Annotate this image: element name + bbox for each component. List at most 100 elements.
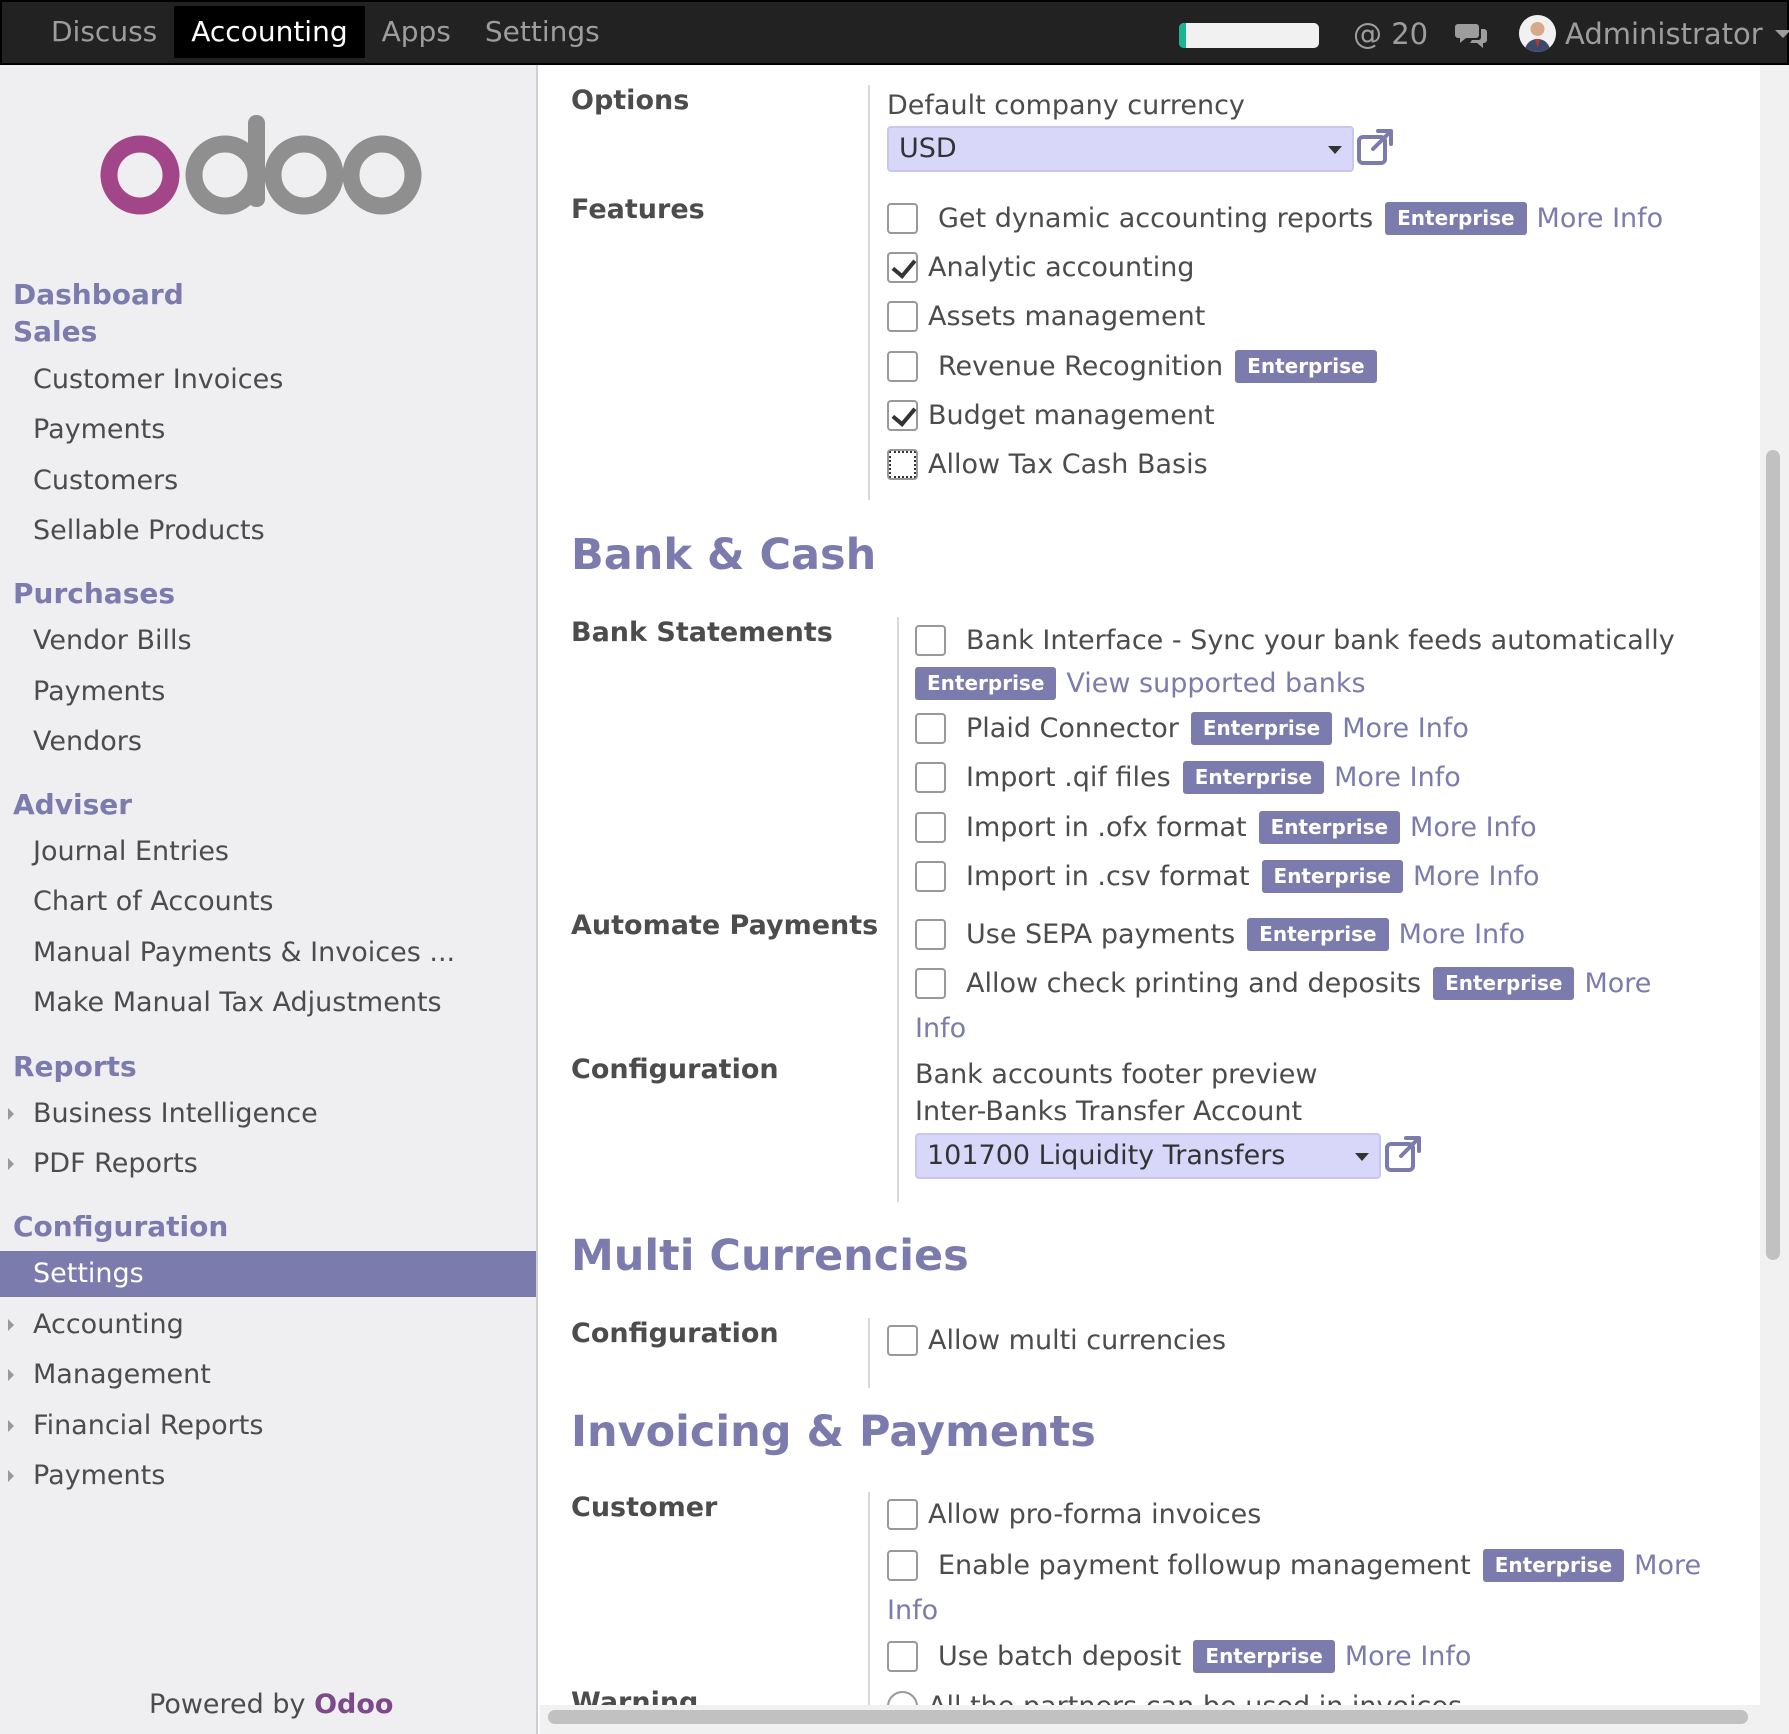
radio[interactable] [887, 1691, 918, 1705]
batch-deposit-option: Use batch deposit Enterprise More Info [887, 1640, 1471, 1673]
checkbox[interactable] [887, 351, 918, 382]
checkbox[interactable] [887, 1550, 918, 1581]
transfer-account-select[interactable]: 101700 Liquidity Transfers [915, 1133, 1381, 1179]
more-info-link[interactable]: More [1634, 1550, 1701, 1581]
bank-statements-label: Bank Statements [571, 617, 833, 648]
more-info-link[interactable]: More Info [1537, 203, 1664, 234]
sidebar-item-accounting[interactable]: Accounting [0, 1302, 536, 1348]
currency-select[interactable]: USD [887, 126, 1354, 172]
sidebar-item-financial-reports[interactable]: Financial Reports [0, 1403, 536, 1449]
automate-payments-label: Automate Payments [571, 910, 879, 941]
checkbox[interactable] [915, 968, 946, 999]
divider [897, 617, 899, 1202]
chat-icon[interactable] [1454, 20, 1488, 50]
enterprise-badge: Enterprise [915, 667, 1057, 700]
divider [868, 85, 870, 500]
sidebar-item-pdf-reports[interactable]: PDF Reports [0, 1141, 536, 1187]
more-info-link[interactable]: More Info [1345, 1641, 1472, 1672]
more-info-link[interactable]: More Info [1410, 812, 1537, 843]
sidebar-item-management[interactable]: Management [0, 1352, 536, 1398]
feature-revenue-recognition: Revenue Recognition Enterprise [887, 350, 1377, 383]
dropdown-arrow-icon [1355, 1153, 1369, 1161]
expand-arrow-icon [8, 1319, 14, 1331]
checkbox[interactable] [915, 625, 946, 656]
user-name: Administrator [1565, 16, 1763, 51]
sidebar-item-business-intelligence[interactable]: Business Intelligence [0, 1091, 536, 1137]
import-csv-option: Import in .csv format Enterprise More Info [915, 860, 1540, 893]
bank-interface-extra: Enterprise View supported banks [915, 667, 1366, 700]
sidebar-item-purchase-payments[interactable]: Payments [0, 669, 536, 715]
more-info-link-wrap[interactable]: Info [915, 1013, 966, 1044]
more-info-link[interactable]: More [1584, 968, 1651, 999]
checkbox[interactable] [915, 919, 946, 950]
divider [868, 1492, 870, 1705]
invoicing-payments-title: Invoicing & Payments [571, 1407, 1096, 1457]
enterprise-badge: Enterprise [1482, 1549, 1625, 1582]
sidebar-item-chart-of-accounts[interactable]: Chart of Accounts [0, 879, 536, 925]
enterprise-badge: Enterprise [1385, 202, 1527, 235]
more-info-link[interactable]: More Info [1413, 861, 1540, 892]
vertical-scrollbar-thumb[interactable] [1766, 450, 1780, 1260]
checkbox[interactable] [887, 1325, 918, 1356]
top-navbar: Discuss Accounting Apps Settings @ 20 Ad… [0, 0, 1789, 65]
external-link-icon[interactable] [1384, 1135, 1424, 1173]
proforma-invoices-option: Allow pro-forma invoices [887, 1499, 1261, 1530]
view-supported-banks-link[interactable]: View supported banks [1066, 668, 1365, 699]
sidebar-group-purchases[interactable]: Purchases [13, 575, 175, 612]
user-menu[interactable]: Administrator [1519, 15, 1789, 52]
more-info-link[interactable]: More Info [1342, 713, 1469, 744]
sidebar-group-reports[interactable]: Reports [13, 1048, 137, 1085]
checkbox[interactable] [887, 1499, 918, 1530]
enterprise-badge: Enterprise [1190, 712, 1333, 745]
odoo-link[interactable]: Odoo [314, 1689, 393, 1720]
checkbox[interactable] [887, 203, 918, 234]
multi-currencies-title: Multi Currencies [571, 1231, 969, 1281]
sidebar-item-sales-payments[interactable]: Payments [0, 407, 536, 453]
external-link-icon[interactable] [1356, 128, 1396, 166]
more-info-link[interactable]: More Info [1399, 919, 1526, 950]
checkbox[interactable] [915, 861, 946, 892]
sidebar-item-manual-tax-adjustments[interactable]: Make Manual Tax Adjustments [0, 980, 536, 1026]
enterprise-badge: Enterprise [1235, 350, 1377, 383]
feature-assets-management: Assets management [887, 301, 1205, 332]
menu-accounting[interactable]: Accounting [174, 6, 365, 58]
sidebar-item-vendor-bills[interactable]: Vendor Bills [0, 618, 536, 664]
divider [868, 1318, 870, 1388]
sidebar-item-journal-entries[interactable]: Journal Entries [0, 829, 536, 875]
checkbox[interactable] [887, 1641, 918, 1672]
sidebar-item-vendors[interactable]: Vendors [0, 719, 536, 765]
sidebar-group-sales[interactable]: Sales [13, 313, 97, 350]
sidebar: Dashboard Sales Customer Invoices Paymen… [0, 65, 538, 1734]
import-ofx-option: Import in .ofx format Enterprise More Info [915, 811, 1537, 844]
more-info-link[interactable]: More Info [1334, 762, 1461, 793]
sidebar-item-customer-invoices[interactable]: Customer Invoices [0, 357, 536, 403]
menu-apps[interactable]: Apps [365, 6, 468, 58]
checkbox[interactable] [887, 449, 918, 480]
sidebar-item-manual-payments[interactable]: Manual Payments & Invoices ... [0, 930, 536, 976]
menu-discuss[interactable]: Discuss [34, 6, 174, 58]
sidebar-group-configuration[interactable]: Configuration [13, 1208, 228, 1245]
import-qif-option: Import .qif files Enterprise More Info [915, 761, 1461, 794]
checkbox[interactable] [915, 812, 946, 843]
menu-settings[interactable]: Settings [468, 6, 617, 58]
checkbox[interactable] [887, 252, 918, 283]
currency-label: Default company currency [887, 90, 1245, 121]
caret-down-icon [1774, 29, 1789, 38]
sidebar-item-sellable-products[interactable]: Sellable Products [0, 508, 536, 554]
odoo-logo[interactable] [96, 107, 436, 217]
checkbox[interactable] [887, 400, 918, 431]
powered-by: Powered by Odoo [149, 1689, 394, 1720]
multi-configuration-label: Configuration [571, 1318, 779, 1349]
sidebar-group-adviser[interactable]: Adviser [13, 786, 132, 823]
checkbox[interactable] [915, 713, 946, 744]
sidebar-item-customers[interactable]: Customers [0, 458, 536, 504]
avatar [1519, 15, 1556, 52]
horizontal-scrollbar-thumb[interactable] [548, 1710, 1748, 1724]
sidebar-group-dashboard[interactable]: Dashboard [13, 276, 184, 313]
checkbox[interactable] [915, 762, 946, 793]
sidebar-item-settings[interactable]: Settings [0, 1251, 536, 1297]
checkbox[interactable] [887, 301, 918, 332]
mentions-counter[interactable]: @ 20 [1353, 14, 1428, 54]
sidebar-item-config-payments[interactable]: Payments [0, 1453, 536, 1499]
more-info-link-wrap[interactable]: Info [887, 1595, 938, 1626]
